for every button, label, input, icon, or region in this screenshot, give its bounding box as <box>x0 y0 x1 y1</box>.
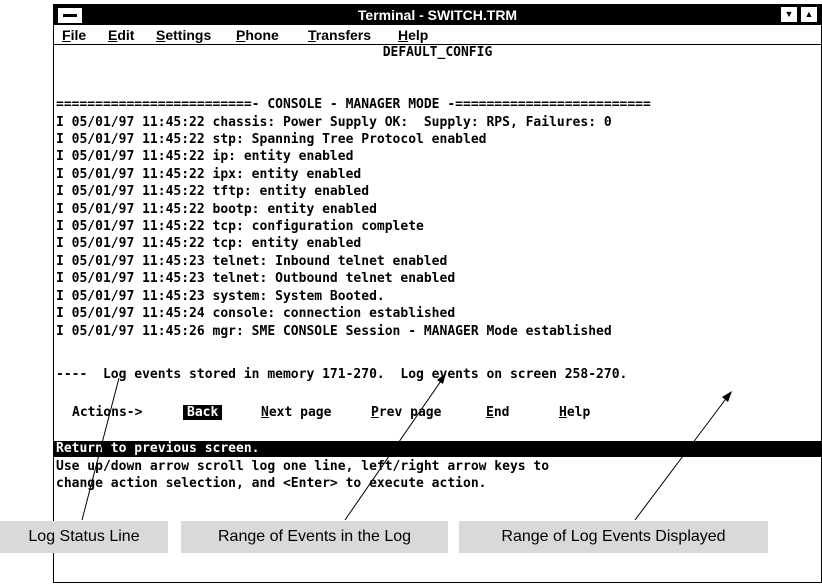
arrowhead-events-displayed <box>722 391 732 402</box>
callout-leaders <box>81 373 732 521</box>
leader-log-status <box>81 377 120 521</box>
leader-events-log <box>344 377 444 521</box>
arrowhead-events-log <box>437 373 446 384</box>
leader-events-displayed <box>634 395 729 521</box>
